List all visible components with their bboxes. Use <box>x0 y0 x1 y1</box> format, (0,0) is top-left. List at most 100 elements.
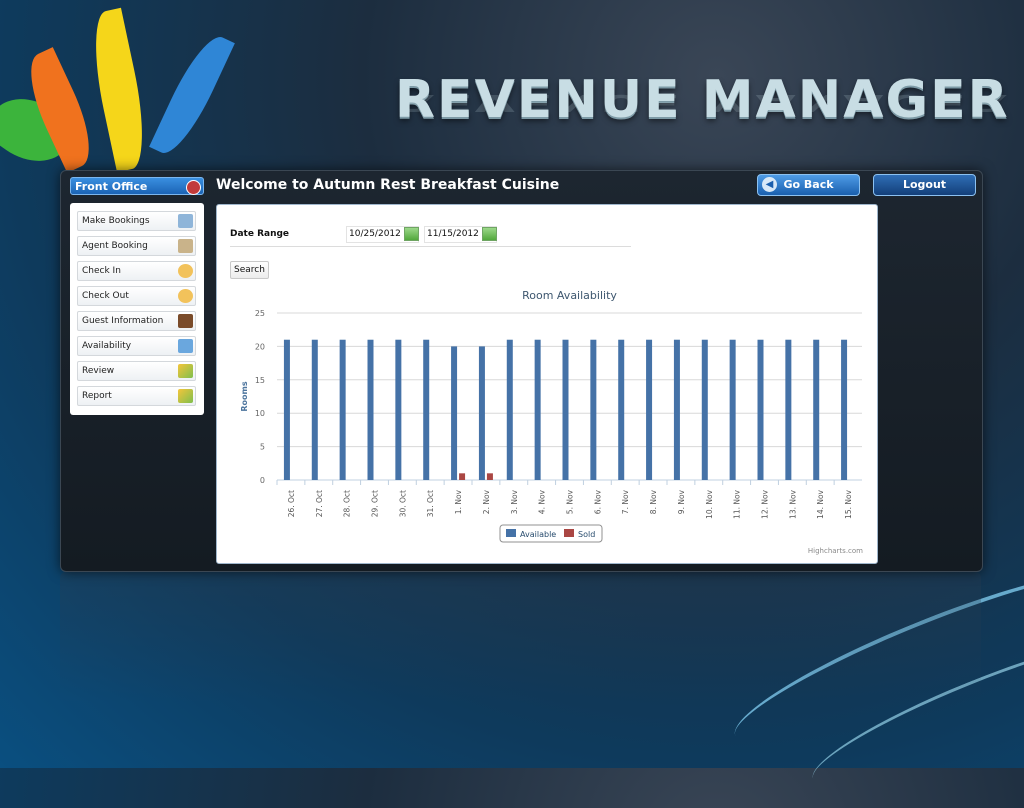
x-tick-label: 8. Nov <box>649 489 658 514</box>
booking-icon <box>178 214 193 228</box>
slide-title-reflection: REVENUE MANAGER <box>395 89 1010 116</box>
x-tick-label: 31. Oct <box>426 490 435 517</box>
menu-item-label: Agent Booking <box>82 241 148 251</box>
bar-available <box>841 339 848 480</box>
app-window: Front Office Welcome to Autumn Rest Brea… <box>60 170 983 572</box>
bar-available <box>423 339 430 480</box>
menu-item-agent-booking[interactable]: Agent Booking <box>77 236 196 256</box>
y-tick-label: 20 <box>255 342 265 351</box>
legend-label: Available <box>520 530 556 539</box>
user-icon <box>186 180 201 195</box>
bar-available <box>785 339 792 480</box>
content-panel: Date Range 10/25/2012 11/15/2012 Search … <box>216 204 878 564</box>
bar-available <box>590 339 597 480</box>
y-tick-label: 5 <box>260 443 265 452</box>
person-icon <box>178 264 193 278</box>
x-tick-label: 7. Nov <box>621 489 630 514</box>
x-tick-label: 6. Nov <box>593 489 602 514</box>
bar-sold <box>459 473 466 480</box>
legend-swatch <box>506 529 516 537</box>
calendar-icon[interactable] <box>404 227 419 241</box>
x-tick-label: 11. Nov <box>733 489 742 519</box>
menu-item-check-in[interactable]: Check In <box>77 261 196 281</box>
menu-item-make-bookings[interactable]: Make Bookings <box>77 211 196 231</box>
bar-available <box>813 339 820 480</box>
bar-available <box>673 339 680 480</box>
go-back-button[interactable]: ◀ Go Back <box>757 174 860 196</box>
x-tick-label: 27. Oct <box>315 490 324 517</box>
person-icon <box>178 289 193 303</box>
menu-item-label: Guest Information <box>82 316 164 326</box>
x-tick-label: 12. Nov <box>761 489 770 519</box>
availability-icon <box>178 339 193 353</box>
calendar-icon[interactable] <box>482 227 497 241</box>
bar-available <box>729 339 736 480</box>
front-office-label: Front Office <box>75 180 148 193</box>
y-tick-label: 0 <box>260 476 265 485</box>
bar-sold <box>486 473 493 480</box>
logo-leaf-yellow <box>83 7 155 173</box>
bar-available <box>534 339 541 480</box>
y-tick-label: 25 <box>255 309 265 318</box>
x-tick-label: 9. Nov <box>677 489 686 514</box>
bar-available <box>701 339 708 480</box>
x-tick-label: 2. Nov <box>482 489 491 514</box>
logout-button[interactable]: Logout <box>873 174 976 196</box>
y-tick-label: 10 <box>255 409 265 418</box>
side-menu: Make Bookings Agent Booking Check In Che… <box>70 203 204 415</box>
search-button[interactable]: Search <box>230 261 269 279</box>
chart-title: Room Availability <box>522 289 617 302</box>
room-availability-chart: Room Availability 0 5 10 15 20 25 Rooms 26. Oct 2… <box>240 289 862 543</box>
x-tick-label: 15. Nov <box>844 489 853 519</box>
back-arrow-icon: ◀ <box>762 177 777 192</box>
legend-label: Sold <box>578 530 595 539</box>
bar-available <box>646 339 653 480</box>
x-tick-label: 26. Oct <box>287 490 296 517</box>
bar-available <box>451 346 458 480</box>
bar-available <box>367 339 374 480</box>
menu-item-review[interactable]: Review <box>77 361 196 381</box>
x-tick-label: 3. Nov <box>510 489 519 514</box>
window-reflection <box>60 572 981 702</box>
date-range-label: Date Range <box>230 229 290 239</box>
bar-available <box>283 339 290 480</box>
bar-available <box>395 339 402 480</box>
menu-item-label: Review <box>82 366 115 376</box>
menu-item-availability[interactable]: Availability <box>77 336 196 356</box>
report-icon <box>178 389 193 403</box>
logo-leaf-blue <box>149 28 235 162</box>
x-tick-label: 5. Nov <box>566 489 575 514</box>
chart-credit: Highcharts.com <box>807 547 863 555</box>
book-icon <box>178 314 193 328</box>
review-icon <box>178 364 193 378</box>
x-tick-label: 4. Nov <box>538 489 547 514</box>
bar-available <box>618 339 625 480</box>
menu-item-check-out[interactable]: Check Out <box>77 286 196 306</box>
x-tick-label: 30. Oct <box>398 490 407 517</box>
menu-item-label: Check In <box>82 266 121 276</box>
x-tick-label: 29. Oct <box>371 490 380 517</box>
menu-item-label: Report <box>82 391 112 401</box>
bar-available <box>562 339 569 480</box>
menu-item-label: Make Bookings <box>82 216 150 226</box>
front-office-header[interactable]: Front Office <box>70 177 204 195</box>
go-back-label: Go Back <box>783 178 834 191</box>
page-title: Welcome to Autumn Rest Breakfast Cuisine <box>216 177 560 193</box>
bar-available <box>478 346 485 480</box>
x-tick-label: 13. Nov <box>788 489 797 519</box>
menu-item-label: Check Out <box>82 291 129 301</box>
bar-available <box>339 339 346 480</box>
x-tick-label: 14. Nov <box>816 489 825 519</box>
menu-item-guest-information[interactable]: Guest Information <box>77 311 196 331</box>
divider <box>230 246 631 247</box>
agent-icon <box>178 239 193 253</box>
y-tick-label: 15 <box>255 376 265 385</box>
x-tick-label: 10. Nov <box>705 489 714 519</box>
bar-available <box>311 339 318 480</box>
menu-item-report[interactable]: Report <box>77 386 196 406</box>
bar-available <box>757 339 764 480</box>
y-axis-label: Rooms <box>240 381 249 411</box>
legend-swatch <box>564 529 574 537</box>
x-tick-label: 28. Oct <box>343 490 352 517</box>
x-tick-label: 1. Nov <box>454 489 463 514</box>
